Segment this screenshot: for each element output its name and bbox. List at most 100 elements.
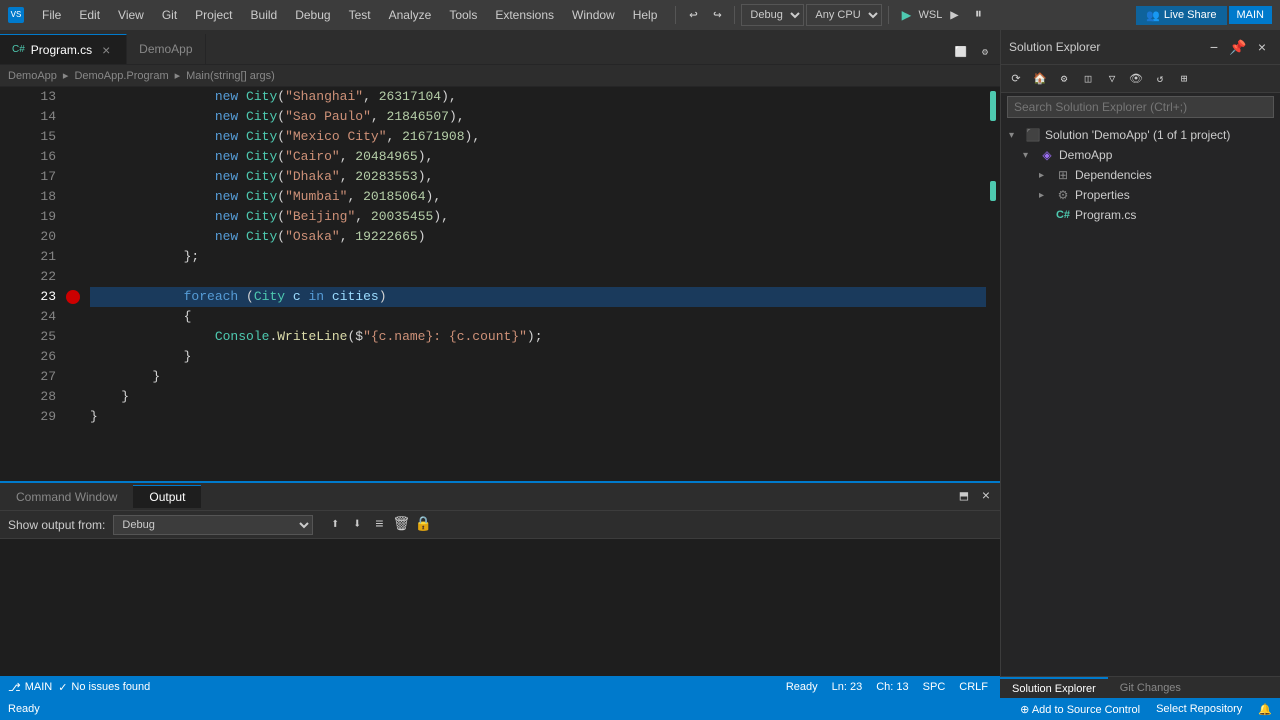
se-close-button[interactable]: × [1252, 37, 1272, 57]
se-search-area [1001, 93, 1280, 121]
menu-view[interactable]: View [110, 6, 152, 24]
main-layout: C# Program.cs × DemoApp ⬜ ⚙ DemoApp ▸ De… [0, 30, 1280, 698]
error-status[interactable]: ✓ No issues found [58, 681, 150, 694]
se-collapse-button[interactable]: − [1204, 37, 1224, 57]
tab-command-window[interactable]: Command Window [0, 486, 133, 508]
tab-program-cs[interactable]: C# Program.cs × [0, 34, 127, 64]
code-line-28: } [90, 387, 986, 407]
cs-file-icon: C# [12, 44, 25, 55]
continue-button[interactable]: ▶ [943, 4, 965, 26]
menu-git[interactable]: Git [154, 6, 185, 24]
encoding-info[interactable]: CRLF [955, 681, 992, 693]
git-branch: MAIN [25, 681, 53, 693]
tab-output[interactable]: Output [133, 485, 201, 508]
toolbar-separator [675, 6, 676, 24]
code-lines[interactable]: new City("Shanghai", 26317104), new City… [82, 87, 986, 481]
output-btn-3[interactable]: ≡ [369, 515, 389, 535]
se-search-input[interactable] [1007, 96, 1274, 118]
se-refresh-button[interactable]: ↺ [1149, 68, 1171, 90]
live-share-button[interactable]: 👥 Live Share [1136, 6, 1226, 25]
method-path[interactable]: Main(string[] args) [186, 70, 275, 82]
tree-item-label-props: Properties [1075, 188, 1130, 202]
output-label: Show output from: [8, 518, 105, 532]
menu-help[interactable]: Help [625, 6, 666, 24]
output-btn-5[interactable]: 🔒 [413, 515, 433, 535]
panel-close-button[interactable]: × [976, 487, 996, 507]
split-editor-button[interactable]: ⬜ [950, 42, 972, 64]
se-pin-button[interactable]: 📌 [1228, 37, 1248, 57]
output-btn-1[interactable]: ⬆ [325, 515, 345, 535]
menu-debug[interactable]: Debug [287, 6, 338, 24]
menu-project[interactable]: Project [187, 6, 240, 24]
editor-options-button[interactable]: ⚙ [974, 42, 996, 64]
tree-item-label-solution: Solution 'DemoApp' (1 of 1 project) [1045, 128, 1230, 142]
scroll-bar[interactable] [986, 87, 1000, 481]
pause-button[interactable]: ⏸ [967, 4, 989, 26]
menu-test[interactable]: Test [341, 6, 379, 24]
line-col[interactable]: Ln: 23 [828, 681, 867, 693]
code-area: 13 14 15 16 17 18 19 20 21 22 23 24 25 2… [16, 87, 1000, 481]
tree-item-demoapp[interactable]: ▾ ◈ DemoApp [1001, 145, 1280, 165]
status-select-repo[interactable]: Select Repository [1148, 703, 1250, 715]
tree-item-properties[interactable]: ▸ ⚙ Properties [1001, 185, 1280, 205]
se-tab-solution-explorer[interactable]: Solution Explorer [1000, 677, 1108, 698]
menu-build[interactable]: Build [243, 6, 286, 24]
bottom-panel: Command Window Output ⬒ × Show output fr… [0, 481, 1000, 676]
project-path[interactable]: DemoApp [8, 70, 57, 82]
editor-content[interactable]: 13 14 15 16 17 18 19 20 21 22 23 24 25 2… [0, 87, 1000, 481]
se-settings-button[interactable]: ⚙ [1053, 68, 1075, 90]
platform-dropdown[interactable]: Any CPU [806, 4, 882, 26]
tree-item-dependencies[interactable]: ▸ ⊞ Dependencies [1001, 165, 1280, 185]
spaces-info[interactable]: SPC [919, 681, 950, 693]
tree-item-solution[interactable]: ▾ ⬛ Solution 'DemoApp' (1 of 1 project) [1001, 125, 1280, 145]
status-ready[interactable]: Ready [0, 703, 48, 715]
breakpoint-marker [66, 287, 80, 307]
se-header: Solution Explorer − 📌 × [1001, 30, 1280, 65]
code-line-17: new City("Dhaka", 20283553), [90, 167, 986, 187]
tab-demoapp[interactable]: DemoApp [127, 34, 205, 64]
tree-item-program-cs[interactable]: ▸ C# Program.cs [1001, 205, 1280, 225]
git-status[interactable]: ⎇ MAIN [8, 681, 52, 694]
notification-icon[interactable]: 🔔 [1250, 703, 1280, 716]
status-add-source-control[interactable]: ⊕ Add to Source Control [1012, 703, 1148, 716]
menu-edit[interactable]: Edit [71, 6, 108, 24]
output-btn-2[interactable]: ⬇ [347, 515, 367, 535]
menu-window[interactable]: Window [564, 6, 623, 24]
se-toolbar: ⟳ 🏠 ⚙ ◫ ▽ 👁 ↺ ⊞ [1001, 65, 1280, 93]
menu-analyze[interactable]: Analyze [381, 6, 440, 24]
menu-file[interactable]: File [34, 6, 69, 24]
toolbar: ↩ ↪ Debug Any CPU ▶ WSL ▶ ⏸ 👥 Live Share… [671, 4, 1272, 26]
code-path-bar: DemoApp ▸ DemoApp.Program ▸ Main(string[… [0, 65, 1000, 87]
app-icon: VS [8, 7, 24, 23]
se-show-all-button[interactable]: 👁 [1125, 68, 1147, 90]
se-preview-button[interactable]: ◫ [1077, 68, 1099, 90]
output-source-dropdown[interactable]: Debug [113, 515, 313, 535]
class-path[interactable]: DemoApp.Program [74, 70, 168, 82]
col-info[interactable]: Ch: 13 [872, 681, 912, 693]
no-issues-label: No issues found [71, 681, 150, 693]
menu-tools[interactable]: Tools [441, 6, 485, 24]
redo-button[interactable]: ↪ [706, 4, 728, 26]
run-button[interactable]: ▶ [895, 4, 917, 26]
debug-config-dropdown[interactable]: Debug [741, 4, 804, 26]
se-tree: ▾ ⬛ Solution 'DemoApp' (1 of 1 project) … [1001, 121, 1280, 698]
se-tab-git-changes[interactable]: Git Changes [1108, 677, 1193, 698]
tab-close-program-cs[interactable]: × [98, 42, 114, 58]
se-properties-button[interactable]: ⊞ [1173, 68, 1195, 90]
chevron-down-icon: ▾ [1009, 130, 1021, 141]
source-control-icon: ⊕ [1020, 704, 1029, 716]
project-icon: ◈ [1039, 147, 1055, 163]
editor-area: C# Program.cs × DemoApp ⬜ ⚙ DemoApp ▸ De… [0, 30, 1000, 698]
branch-label[interactable]: MAIN [1229, 6, 1273, 24]
code-line-20: new City("Osaka", 19222665) [90, 227, 986, 247]
undo-button[interactable]: ↩ [682, 4, 704, 26]
code-line-18: new City("Mumbai", 20185064), [90, 187, 986, 207]
code-line-27: } [90, 367, 986, 387]
menu-extensions[interactable]: Extensions [487, 6, 562, 24]
se-home-button[interactable]: 🏠 [1029, 68, 1051, 90]
panel-float-button[interactable]: ⬒ [954, 487, 974, 507]
deps-icon: ⊞ [1055, 167, 1071, 183]
output-btn-4[interactable]: 🗑 [391, 515, 411, 535]
se-filter-button[interactable]: ▽ [1101, 68, 1123, 90]
se-sync-button[interactable]: ⟳ [1005, 68, 1027, 90]
